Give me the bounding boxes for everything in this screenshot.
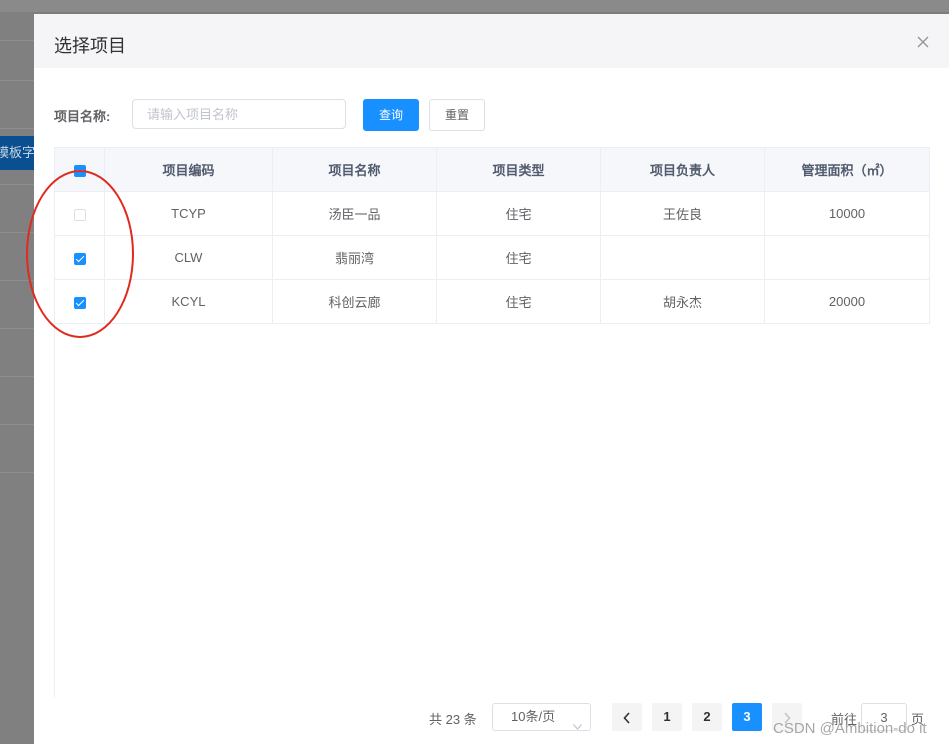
row-select-cell [54,191,105,236]
column-header[interactable]: 管理面积（㎡） [764,147,930,192]
row-select-cell [54,235,105,280]
row-checkbox[interactable] [73,296,86,309]
goto-prefix: 前往 [831,712,858,727]
chevron-down-icon [573,713,582,739]
row-select-cell [54,279,105,324]
table-row[interactable]: KCYL 科创云廊 住宅 胡永杰 20000 [54,279,930,324]
project-name-cell: 科创云廊 [272,279,437,324]
project-type-cell: 住宅 [436,191,601,236]
project-name-input[interactable] [132,99,346,129]
project-code-cell: TCYP [104,191,273,236]
select-all-checkbox[interactable] [73,164,86,177]
project-code-cell: KCYL [104,279,273,324]
managed-area-cell: 20000 [764,279,930,324]
background-divider [0,184,34,185]
pagination-total: 共 23 条 [429,712,477,727]
table-row[interactable]: CLW 翡丽湾 住宅 [54,235,930,280]
close-icon[interactable] [917,36,929,48]
page-button-2[interactable]: 2 [692,703,722,731]
goto-page-input[interactable] [861,703,907,731]
background-divider [0,376,34,377]
project-name-cell: 汤臣一品 [272,191,437,236]
project-manager-cell: 王佐良 [600,191,765,236]
background-top-strip [0,0,949,12]
page-button-1[interactable]: 1 [652,703,682,731]
page-size-value: 10条/页 [511,709,556,724]
project-manager-cell [600,235,765,280]
managed-area-cell: 10000 [764,191,930,236]
background-divider [0,424,34,425]
chevron-right-icon [784,712,791,724]
background-divider [0,232,34,233]
background-divider [0,280,34,281]
project-name-cell: 翡丽湾 [272,235,437,280]
prev-page-button[interactable] [612,703,642,731]
select-project-dialog: 选择项目 项目名称: 查询 重置 项目编码 项目名称 项目类型 项目负责人 管理… [34,14,949,744]
project-name-label: 项目名称: [54,109,111,124]
background-divider [0,128,34,129]
project-type-cell: 住宅 [436,235,601,280]
background-divider [0,472,34,473]
background-divider [0,40,34,41]
table-header-row: 项目编码 项目名称 项目类型 项目负责人 管理面积（㎡） [54,147,930,192]
page-button-3[interactable]: 3 [732,703,762,731]
column-header[interactable]: 项目类型 [436,147,601,192]
goto-suffix: 页 [911,712,925,727]
project-manager-cell: 胡永杰 [600,279,765,324]
project-type-cell: 住宅 [436,279,601,324]
dialog-header: 选择项目 [34,14,949,68]
reset-button[interactable]: 重置 [429,99,485,131]
project-table: 项目编码 项目名称 项目类型 项目负责人 管理面积（㎡） TCYP 汤臣一品 住… [54,147,930,697]
background-divider [0,80,34,81]
project-code-cell: CLW [104,235,273,280]
chevron-left-icon [623,712,630,724]
table-row[interactable]: TCYP 汤臣一品 住宅 王佐良 10000 [54,191,930,236]
column-header[interactable]: 项目名称 [272,147,437,192]
background-divider [0,328,34,329]
next-page-button[interactable] [772,703,802,731]
background-tag: 模板字段 [0,136,34,170]
column-header[interactable]: 项目编码 [104,147,273,192]
page-size-select[interactable]: 10条/页 [492,703,591,731]
column-header[interactable]: 项目负责人 [600,147,765,192]
managed-area-cell [764,235,930,280]
query-button[interactable]: 查询 [363,99,419,131]
background-page [0,12,34,744]
select-all-cell [54,147,105,192]
row-checkbox[interactable] [73,208,86,221]
dialog-title: 选择项目 [54,36,126,56]
row-checkbox[interactable] [73,252,86,265]
